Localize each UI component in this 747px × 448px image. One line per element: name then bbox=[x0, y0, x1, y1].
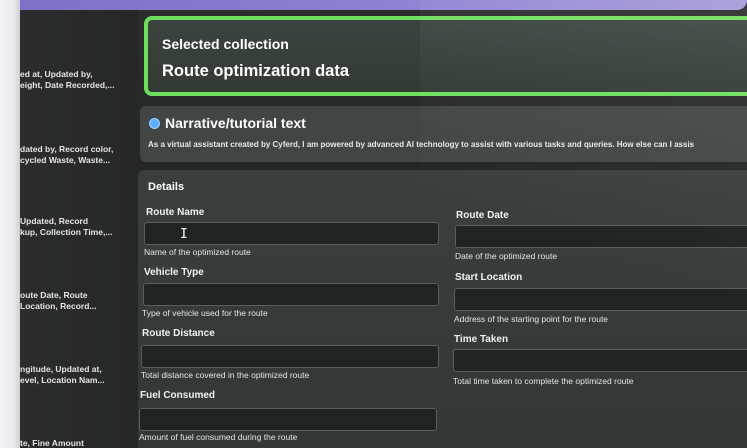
route-date-input[interactable] bbox=[455, 225, 747, 248]
sidebar-item[interactable]: ed at, Updated by, eight, Date Recorded,… bbox=[20, 69, 138, 91]
narrative-title: Narrative/tutorial text bbox=[165, 115, 306, 131]
vehicle-type-help: Type of vehicle used for the route bbox=[142, 308, 268, 318]
selected-collection-label: Selected collection bbox=[162, 36, 289, 52]
sidebar-item-line1: Updated, Record bbox=[20, 216, 89, 226]
sidebar-item-line1: oute Date, Route bbox=[20, 290, 88, 300]
route-name-help: Name of the optimized route bbox=[144, 247, 251, 257]
collections-sidebar: ed at, Updated by, eight, Date Recorded,… bbox=[20, 10, 138, 448]
selected-collection-title: Route optimization data bbox=[162, 62, 349, 80]
sidebar-item-line2: evel, Location Nam... bbox=[20, 375, 105, 385]
start-location-help: Address of the starting point for the ro… bbox=[454, 314, 609, 324]
sidebar-item-line1: ed at, Updated by, bbox=[20, 69, 93, 79]
sidebar-item[interactable]: oute Date, Route Location, Record... bbox=[20, 290, 138, 312]
sidebar-item-line2: Location, Record... bbox=[20, 301, 97, 311]
time-taken-input[interactable] bbox=[453, 349, 747, 372]
sidebar-item-line1: dated by, Record color, bbox=[20, 144, 114, 154]
sidebar-item-line2: eight, Date Recorded,... bbox=[20, 80, 115, 90]
fuel-consumed-input[interactable] bbox=[139, 408, 437, 431]
route-distance-label: Route Distance bbox=[142, 328, 215, 339]
narrative-text: As a virtual assistant created by Cyferd… bbox=[148, 140, 695, 149]
start-location-label: Start Location bbox=[455, 272, 523, 283]
sidebar-item-line2: cycled Waste, Waste... bbox=[20, 155, 111, 165]
vehicle-type-input[interactable] bbox=[143, 283, 439, 306]
route-distance-input[interactable] bbox=[141, 345, 439, 368]
window-top-edge bbox=[0, 0, 747, 10]
route-name-input[interactable] bbox=[144, 222, 439, 245]
sidebar-item[interactable]: dated by, Record color, cycled Waste, Wa… bbox=[20, 144, 138, 166]
sidebar-item-line1: te, Fine Amount bbox=[20, 438, 84, 448]
details-title: Details bbox=[148, 181, 185, 193]
window-left-edge bbox=[0, 0, 20, 448]
narrative-card: Narrative/tutorial text As a virtual ass… bbox=[140, 106, 747, 162]
vehicle-type-label: Vehicle Type bbox=[144, 267, 204, 278]
fuel-consumed-label: Fuel Consumed bbox=[140, 390, 216, 401]
sidebar-item-line1: ngitude, Updated at, bbox=[20, 364, 102, 374]
time-taken-label: Time Taken bbox=[454, 334, 509, 345]
selected-collection-card[interactable]: Selected collection Route optimization d… bbox=[144, 16, 747, 96]
fuel-consumed-help: Amount of fuel consumed during the route bbox=[139, 432, 298, 442]
time-taken-help: Total time taken to complete the optimiz… bbox=[453, 376, 634, 386]
info-icon bbox=[149, 118, 160, 129]
sidebar-item[interactable]: ngitude, Updated at, evel, Location Nam.… bbox=[20, 364, 138, 386]
start-location-input[interactable] bbox=[454, 288, 747, 311]
route-distance-help: Total distance covered in the optimized … bbox=[141, 370, 310, 380]
route-date-help: Date of the optimized route bbox=[455, 251, 558, 261]
details-panel: Details Route Name Name of the optimized… bbox=[138, 170, 747, 448]
route-date-label: Route Date bbox=[456, 210, 509, 221]
sidebar-item-line2: kup, Collection Time,... bbox=[20, 227, 113, 237]
route-name-label: Route Name bbox=[146, 207, 205, 218]
sidebar-item[interactable]: Updated, Record kup, Collection Time,... bbox=[20, 216, 138, 238]
sidebar-item[interactable]: te, Fine Amount bbox=[20, 438, 138, 448]
screen: ed at, Updated by, eight, Date Recorded,… bbox=[0, 0, 747, 448]
text-cursor-icon: I bbox=[180, 227, 188, 242]
